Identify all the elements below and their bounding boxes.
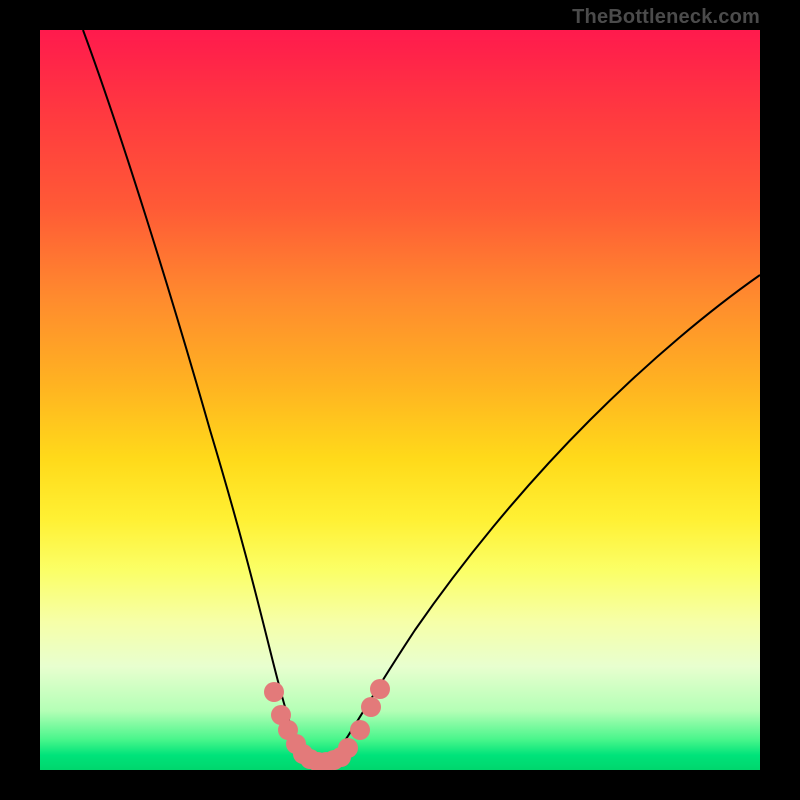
marker-dot [350, 720, 370, 740]
marker-group [264, 679, 390, 770]
marker-dot [338, 738, 358, 758]
watermark-text: TheBottleneck.com [572, 6, 760, 29]
left-curve [83, 30, 317, 766]
curve-layer [40, 30, 760, 770]
chart-frame: TheBottleneck.com [0, 0, 800, 800]
marker-dot [264, 682, 284, 702]
plot-area [40, 30, 760, 770]
marker-dot [370, 679, 390, 699]
marker-dot [361, 697, 381, 717]
